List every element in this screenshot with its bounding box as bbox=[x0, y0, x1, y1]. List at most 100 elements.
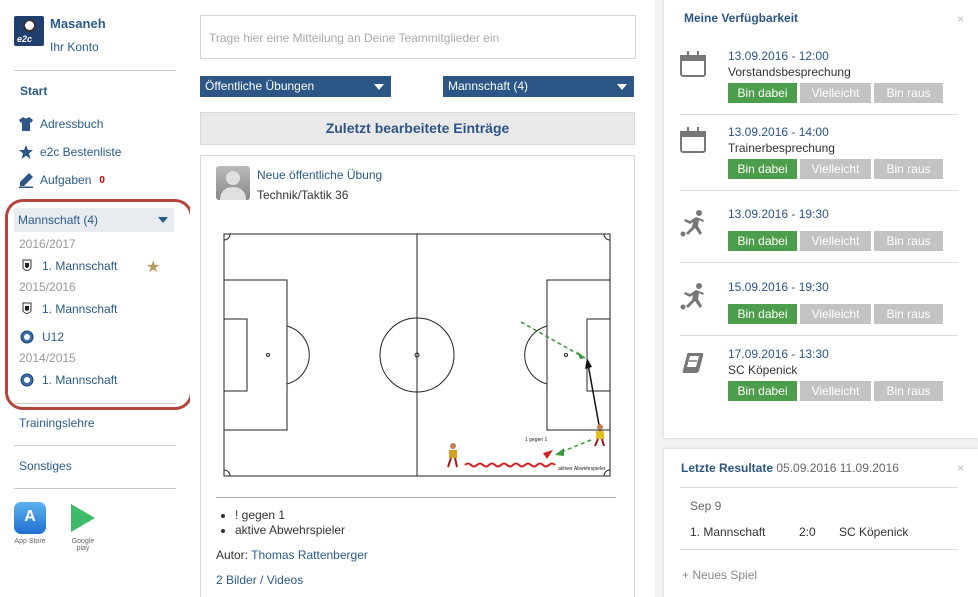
training-icon bbox=[680, 209, 708, 237]
chevron-down-icon bbox=[617, 84, 627, 90]
decline-button[interactable]: Bin raus bbox=[874, 159, 943, 179]
availability-panel: Meine Verfügbarkeit × 13.09.2016 - 12:00… bbox=[664, 0, 978, 438]
nav-start[interactable]: Start bbox=[20, 84, 47, 98]
add-game-link[interactable]: + Neues Spiel bbox=[682, 568, 757, 582]
account-link[interactable]: Ihr Konto bbox=[50, 40, 99, 54]
message-placeholder: Trage hier eine Mitteilung an Deine Team… bbox=[209, 31, 500, 45]
event-date: 17.09.2016 - 13:30 bbox=[728, 347, 829, 361]
team-filter-dropdown[interactable]: Mannschaft (4) bbox=[443, 76, 634, 97]
pitch-diagram[interactable]: 1 gegen 1 aktiver Abwehrspieler bbox=[215, 224, 618, 486]
event-title: Trainerbesprechung bbox=[728, 141, 835, 155]
close-icon[interactable]: × bbox=[957, 12, 964, 26]
media-link[interactable]: 2 Bilder / Videos bbox=[216, 573, 303, 587]
event-date: 13.09.2016 - 19:30 bbox=[728, 207, 829, 221]
message-input[interactable]: Trage hier eine Mitteilung an Deine Team… bbox=[200, 15, 636, 59]
close-icon[interactable]: × bbox=[957, 461, 964, 475]
post-subtitle: Technik/Taktik 36 bbox=[257, 188, 349, 202]
result-row[interactable]: 1. Mannschaft bbox=[690, 525, 765, 539]
rsvp-buttons: Bin dabei Vielleicht Bin raus bbox=[728, 231, 943, 251]
away-team: SC Köpenick bbox=[839, 525, 909, 539]
app-store-button[interactable]: App Store bbox=[13, 502, 47, 545]
maybe-button[interactable]: Vielleicht bbox=[800, 231, 871, 251]
bear-crest-icon bbox=[20, 302, 34, 316]
team-dropdown[interactable]: Mannschaft (4) bbox=[14, 208, 174, 232]
maybe-button[interactable]: Vielleicht bbox=[800, 83, 871, 103]
user-name[interactable]: Masaneh bbox=[50, 16, 106, 31]
attend-button[interactable]: Bin dabei bbox=[728, 83, 797, 103]
divider bbox=[216, 497, 616, 498]
decline-button[interactable]: Bin raus bbox=[874, 304, 943, 324]
divider bbox=[680, 487, 958, 488]
attend-button[interactable]: Bin dabei bbox=[728, 381, 797, 401]
event-title: Vorstandsbesprechung bbox=[728, 65, 851, 79]
maybe-button[interactable]: Vielleicht bbox=[800, 381, 871, 401]
attend-button[interactable]: Bin dabei bbox=[728, 304, 797, 324]
availability-title: Meine Verfügbarkeit bbox=[684, 11, 799, 25]
season-label: 2015/2016 bbox=[19, 280, 76, 294]
nav-tasks[interactable]: Aufgaben 0 bbox=[18, 171, 105, 189]
shirt-icon bbox=[18, 116, 34, 132]
maybe-button[interactable]: Vielleicht bbox=[800, 159, 871, 179]
divider bbox=[680, 335, 958, 336]
attend-button[interactable]: Bin dabei bbox=[728, 231, 797, 251]
avatar[interactable]: e2c bbox=[14, 16, 44, 46]
attend-button[interactable]: Bin dabei bbox=[728, 159, 797, 179]
sidebar: e2c Masaneh Ihr Konto Start Adressbuch e… bbox=[0, 0, 193, 597]
divider bbox=[680, 114, 958, 115]
team-link-2016-first[interactable]: 1. Mannschaft bbox=[20, 259, 117, 273]
team-link-2015-u12[interactable]: U12 bbox=[20, 330, 64, 344]
event-item: 13.09.2016 - 19:30 Bin dabei Vielleicht … bbox=[664, 201, 978, 275]
training-icon bbox=[680, 282, 708, 310]
bear-crest-icon bbox=[20, 259, 34, 273]
favorite-star-icon[interactable]: ★ bbox=[146, 257, 160, 277]
nav-label: Aufgaben bbox=[40, 173, 92, 187]
nav-address-book[interactable]: Adressbuch bbox=[18, 115, 103, 133]
app-store-label: App Store bbox=[14, 538, 46, 545]
maybe-button[interactable]: Vielleicht bbox=[800, 304, 871, 324]
nav-training[interactable]: Trainingslehre bbox=[19, 416, 95, 430]
author-link[interactable]: Thomas Rattenberger bbox=[251, 548, 368, 562]
event-date: 15.09.2016 - 19:30 bbox=[728, 280, 829, 294]
decline-button[interactable]: Bin raus bbox=[874, 83, 943, 103]
nav-leaderboard[interactable]: e2c Bestenliste bbox=[18, 143, 121, 161]
team-link-2015-first[interactable]: 1. Mannschaft bbox=[20, 302, 117, 316]
exercise-filter-dropdown[interactable]: Öffentliche Übungen bbox=[200, 76, 391, 97]
user-block: e2c Masaneh Ihr Konto bbox=[14, 14, 194, 54]
divider bbox=[14, 70, 176, 71]
diagram-label: aktiver Abwehrspieler bbox=[558, 466, 606, 472]
results-panel: Letzte Resultate 05.09.2016 11.09.2016 ×… bbox=[664, 449, 978, 597]
event-date: 13.09.2016 - 12:00 bbox=[728, 49, 829, 63]
google-play-label: Google play bbox=[71, 538, 95, 552]
star-icon bbox=[18, 144, 34, 160]
nav-misc[interactable]: Sonstiges bbox=[19, 459, 72, 473]
post-card: Neue öffentliche Übung Technik/Taktik 36 bbox=[200, 155, 635, 597]
team-name: 1. Mannschaft bbox=[42, 302, 118, 316]
list-item: ! gegen 1 bbox=[235, 508, 345, 522]
author-line: Autor: Thomas Rattenberger bbox=[216, 548, 368, 562]
season-label: 2016/2017 bbox=[19, 237, 76, 251]
recent-entries-header: Zuletzt bearbeitete Einträge bbox=[200, 112, 635, 145]
exercise-notes: ! gegen 1 aktive Abwehrspieler bbox=[235, 508, 345, 538]
player-attacker bbox=[447, 443, 458, 468]
exercise-filter-label: Öffentliche Übungen bbox=[205, 79, 315, 93]
season-label: 2014/2015 bbox=[19, 351, 76, 365]
chevron-down-icon bbox=[374, 84, 384, 90]
decline-button[interactable]: Bin raus bbox=[874, 231, 943, 251]
team-link-2014-first[interactable]: 1. Mannschaft bbox=[20, 373, 117, 387]
event-item: 13.09.2016 - 14:00 Trainerbesprechung Bi… bbox=[664, 119, 978, 193]
post-title[interactable]: Neue öffentliche Übung bbox=[257, 168, 382, 182]
team-name: 1. Mannschaft bbox=[42, 259, 118, 273]
divider bbox=[14, 488, 176, 489]
team-name: U12 bbox=[42, 330, 65, 344]
event-item: 17.09.2016 - 13:30 SC Köpenick Bin dabei… bbox=[664, 341, 978, 415]
tasks-count: 0 bbox=[99, 174, 105, 186]
rsvp-buttons: Bin dabei Vielleicht Bin raus bbox=[728, 381, 943, 401]
decline-button[interactable]: Bin raus bbox=[874, 381, 943, 401]
logo-text: e2c bbox=[17, 34, 33, 44]
event-date: 13.09.2016 - 14:00 bbox=[728, 125, 829, 139]
player-defender bbox=[594, 424, 605, 447]
author-avatar[interactable] bbox=[216, 166, 250, 200]
nav-label: Adressbuch bbox=[40, 117, 104, 131]
list-item: aktive Abwehrspieler bbox=[235, 523, 345, 537]
google-play-button[interactable]: Google play bbox=[66, 502, 100, 552]
